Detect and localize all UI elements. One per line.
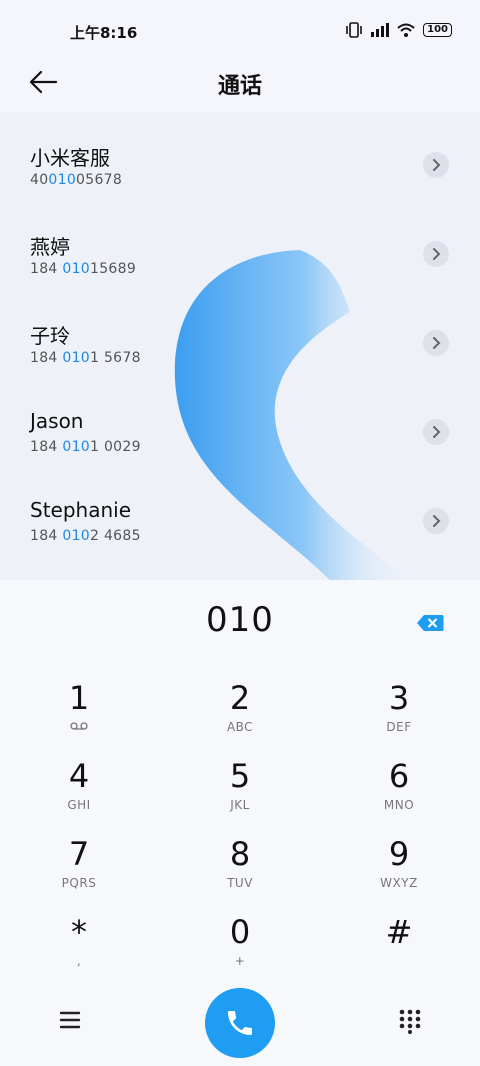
chevron-right-icon xyxy=(433,248,441,260)
key-5[interactable]: 5 JKL xyxy=(180,758,300,828)
phone-icon xyxy=(228,1011,252,1035)
search-results: 小米客服 4001005678 燕婷 184 01015689 子玲 184 0… xyxy=(0,112,480,580)
key-6[interactable]: 6 MNO xyxy=(339,758,459,828)
status-icons: 100 xyxy=(345,22,452,38)
call-button[interactable] xyxy=(205,988,275,1058)
key-star[interactable]: * , xyxy=(19,914,139,984)
battery-indicator: 100 xyxy=(423,23,452,37)
contact-item[interactable]: 燕婷 184 01015689 xyxy=(0,201,480,290)
chevron-right-icon xyxy=(433,515,441,527)
chevron-right-icon xyxy=(433,426,441,438)
contact-number: 184 0102 4685 xyxy=(30,528,141,544)
voicemail-icon xyxy=(70,722,88,730)
menu-icon xyxy=(59,1011,81,1029)
key-3[interactable]: 3 DEF xyxy=(339,680,459,750)
contact-detail-button[interactable] xyxy=(423,508,449,534)
contact-name: 小米客服 xyxy=(30,146,110,170)
contact-name: 燕婷 xyxy=(30,235,70,259)
contact-name: 子玲 xyxy=(30,324,70,348)
key-hash[interactable]: # xyxy=(339,914,459,984)
status-time: 上午8:16 xyxy=(70,24,138,42)
contact-number: 184 0101 0029 xyxy=(30,439,141,455)
key-2[interactable]: 2 ABC xyxy=(180,680,300,750)
key-8[interactable]: 8 TUV xyxy=(180,836,300,906)
contact-item[interactable]: Stephanie 184 0102 4685 xyxy=(0,468,480,557)
contact-number: 4001005678 xyxy=(30,172,123,188)
contact-item[interactable]: Jason 184 0101 0029 xyxy=(0,379,480,468)
contact-number: 184 0101 5678 xyxy=(30,350,141,366)
contact-detail-button[interactable] xyxy=(423,419,449,445)
dialpad-icon xyxy=(399,1009,421,1034)
contact-number: 184 01015689 xyxy=(30,261,137,277)
bottom-action-bar xyxy=(0,988,480,1066)
contact-item[interactable]: 小米客服 4001005678 xyxy=(0,112,480,201)
contact-detail-button[interactable] xyxy=(423,152,449,178)
wifi-icon xyxy=(397,23,415,37)
backspace-icon xyxy=(417,615,444,631)
page-title: 通话 xyxy=(217,74,262,99)
menu-button[interactable] xyxy=(58,1008,82,1032)
signal-icon xyxy=(371,23,390,37)
key-1[interactable]: 1 xyxy=(19,680,139,750)
dialpad-button[interactable] xyxy=(398,1008,422,1034)
contact-item[interactable]: 子玲 184 0101 5678 xyxy=(0,290,480,379)
key-4[interactable]: 4 GHI xyxy=(19,758,139,828)
key-7[interactable]: 7 PQRS xyxy=(19,836,139,906)
contact-detail-button[interactable] xyxy=(423,330,449,356)
backspace-button[interactable] xyxy=(416,614,444,632)
vibrate-icon xyxy=(346,22,362,38)
chevron-right-icon xyxy=(433,337,441,349)
contact-name: Jason xyxy=(30,409,84,433)
key-9[interactable]: 9 WXYZ xyxy=(339,836,459,906)
contact-name: Stephanie xyxy=(30,498,132,522)
contact-detail-button[interactable] xyxy=(423,241,449,267)
top-bar: 通话 xyxy=(0,52,480,112)
key-0[interactable]: 0 + xyxy=(180,914,300,984)
dial-input[interactable]: 010 xyxy=(0,600,480,640)
chevron-right-icon xyxy=(433,159,441,171)
